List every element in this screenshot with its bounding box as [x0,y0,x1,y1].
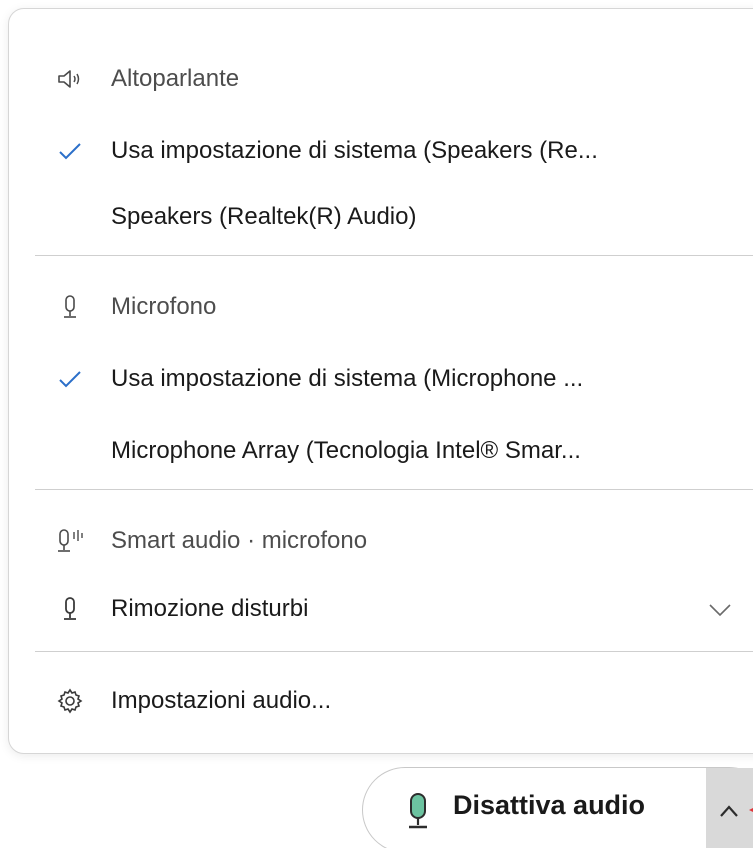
audio-settings-screen: Altoparlante Usa impostazione di sistema… [0,0,753,848]
speaker-option-label: Speakers (Realtek(R) Audio) [111,203,417,230]
mute-audio-label: Disattiva audio [453,790,646,820]
chevron-down-icon[interactable] [705,595,735,625]
microphone-section-label: Microfono [111,293,217,320]
audio-options-toggle[interactable] [706,768,753,848]
smart-audio-section-label: Smart audio · microfono [111,527,368,554]
smart-audio-section-header: Smart audio · microfono [9,517,753,565]
gear-icon [53,684,87,718]
speaker-option-system[interactable]: Usa impostazione di sistema (Speakers (R… [9,127,753,175]
speaker-option-label: Usa impostazione di sistema (Speakers (R… [111,137,598,164]
microphone-option-system[interactable]: Usa impostazione di sistema (Microphone … [9,355,753,403]
microphone-option-label: Microphone Array (Tecnologia Intel® Smar… [111,437,581,464]
checkmark-icon [53,134,87,168]
divider [35,489,753,490]
checkmark-icon [53,362,87,396]
microphone-option-array[interactable]: Microphone Array (Tecnologia Intel® Smar… [9,427,753,475]
speaker-section-label: Altoparlante [111,65,240,92]
speaker-icon [53,62,87,96]
microphone-icon [403,792,433,832]
microphone-section-header: Microfono [9,283,753,331]
chevron-up-icon [720,805,753,817]
microphone-option-label: Usa impostazione di sistema (Microphone … [111,365,584,392]
noise-removal-value: Rimozione disturbi [111,595,309,622]
mute-audio-button[interactable]: Disattiva audio [362,767,753,848]
smart-audio-microphone-icon [53,524,87,558]
speaker-option-realtek[interactable]: Speakers (Realtek(R) Audio) [9,193,753,241]
audio-settings-item[interactable]: Impostazioni audio... [9,677,753,725]
noise-removal-dropdown[interactable]: Rimozione disturbi [9,585,753,633]
divider [35,255,753,256]
microphone-icon [53,592,87,626]
speaker-section-header: Altoparlante [9,55,753,103]
divider [35,651,753,652]
audio-settings-label: Impostazioni audio... [111,687,332,714]
audio-menu: Altoparlante Usa impostazione di sistema… [8,8,753,754]
microphone-icon [53,290,87,324]
